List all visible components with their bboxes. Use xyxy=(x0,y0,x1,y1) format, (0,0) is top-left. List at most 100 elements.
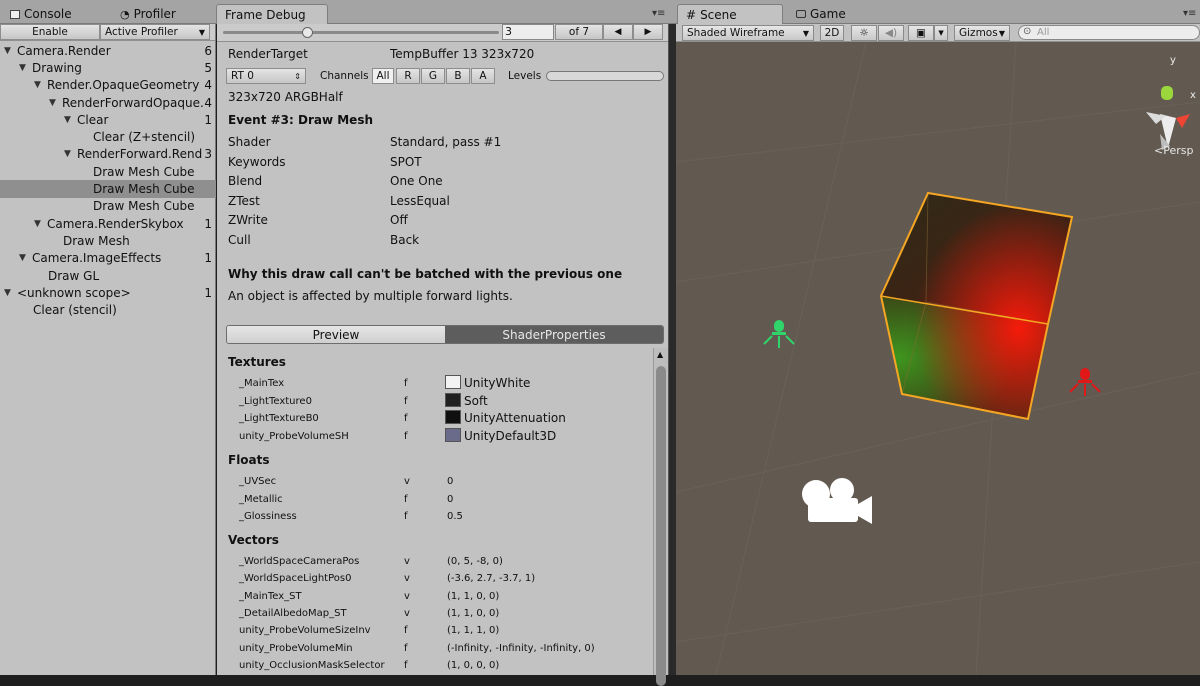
property-value: SPOT xyxy=(390,154,422,169)
texture-name: UnityDefault3D xyxy=(464,428,557,443)
spot-light-red-icon[interactable] xyxy=(1069,368,1101,396)
shader-property-type: v xyxy=(404,573,410,585)
persp-label[interactable]: <Persp xyxy=(1154,144,1193,157)
effects-dropdown-icon[interactable]: ▼ xyxy=(934,25,948,41)
tree-item[interactable]: ▼ Drawing 5 xyxy=(0,59,216,76)
next-event-button[interactable]: ▶ xyxy=(633,24,663,40)
texture-thumbnail[interactable] xyxy=(445,410,461,424)
channel-g-button[interactable]: G xyxy=(421,68,445,84)
shader-property-name: _Glossiness xyxy=(239,511,297,522)
channel-b-button[interactable]: B xyxy=(446,68,470,84)
tree-item[interactable]: Draw Mesh Cube xyxy=(0,163,216,180)
event-total-label: of 7 xyxy=(555,24,603,40)
scrollbar-thumb[interactable] xyxy=(656,366,666,686)
tree-item-count: 4 xyxy=(204,95,212,110)
tree-item[interactable]: ▼ RenderForward.Rend 3 xyxy=(0,146,216,163)
render-target-label: RenderTarget xyxy=(228,47,308,61)
vectors-header: Vectors xyxy=(228,533,279,547)
levels-label: Levels xyxy=(508,70,542,82)
scene-search-field[interactable]: ⊙ All xyxy=(1018,25,1200,40)
audio-toggle-icon[interactable]: ◀) xyxy=(878,25,904,41)
property-key: Cull xyxy=(228,232,251,247)
mode-2d-button[interactable]: 2D xyxy=(820,25,844,41)
rt-select-dropdown[interactable]: RT 0 ⇕ xyxy=(226,68,306,84)
rt-select-label: RT 0 xyxy=(231,70,254,82)
event-number-field[interactable]: 3 xyxy=(502,24,554,40)
tab-console[interactable]: Console xyxy=(2,4,80,24)
panel-divider[interactable] xyxy=(669,24,676,675)
tree-item[interactable]: Draw Mesh Cube xyxy=(0,180,216,198)
expand-arrow-icon[interactable]: ▼ xyxy=(34,219,44,229)
scene-canvas[interactable] xyxy=(676,42,1200,675)
tab-preview[interactable]: Preview xyxy=(227,326,445,343)
levels-slider[interactable] xyxy=(546,71,664,81)
tab-game-label: Game xyxy=(810,7,846,21)
tree-item-count: 1 xyxy=(204,112,212,127)
tab-scene[interactable]: # Scene xyxy=(677,4,783,24)
expand-arrow-icon[interactable]: ▼ xyxy=(19,253,29,263)
texture-thumbnail[interactable] xyxy=(445,392,461,407)
prev-event-button[interactable]: ◀ xyxy=(603,24,633,40)
tree-item[interactable]: ▼ Render.OpaqueGeometry 4 xyxy=(0,77,216,94)
channel-a-button[interactable]: A xyxy=(471,68,495,84)
tree-item-label: Camera.Render xyxy=(17,43,111,58)
gizmos-dropdown[interactable]: Gizmos ▼ xyxy=(954,25,1010,41)
window-menu-icon-scene[interactable]: ▾≡ xyxy=(1183,8,1196,19)
expand-arrow-icon[interactable]: ▼ xyxy=(64,149,74,159)
tree-item[interactable]: Clear (stencil) xyxy=(0,301,216,318)
effects-toggle-icon[interactable]: ▣ xyxy=(908,25,934,41)
channel-all-button[interactable]: All xyxy=(372,68,394,84)
tree-item[interactable]: ▼ Clear 1 xyxy=(0,111,216,128)
tree-item-label: Draw Mesh Cube xyxy=(93,164,195,179)
shader-property-type: f xyxy=(404,378,408,389)
enable-button[interactable]: Enable xyxy=(0,24,100,40)
window-menu-icon[interactable]: ▾≡ xyxy=(652,8,665,19)
camera-gizmo-icon[interactable] xyxy=(802,478,872,524)
tab-shader-properties[interactable]: ShaderProperties xyxy=(445,326,663,343)
expand-arrow-icon[interactable]: ▼ xyxy=(34,80,44,90)
scene-view[interactable]: Shaded Wireframe ▼ 2D ☼ ◀) ▣ ▼ Gizmos ▼ … xyxy=(676,24,1200,675)
property-key: Keywords xyxy=(228,154,286,169)
expand-arrow-icon[interactable]: ▼ xyxy=(19,63,29,73)
shader-property-name: _MainTex_ST xyxy=(239,590,302,602)
tree-item[interactable]: Draw Mesh xyxy=(0,232,216,249)
properties-scrollbar[interactable]: ▲ xyxy=(653,348,668,686)
texture-thumbnail[interactable] xyxy=(445,427,461,442)
scene-toolbar: Shaded Wireframe ▼ 2D ☼ ◀) ▣ ▼ Gizmos ▼ … xyxy=(676,24,1200,42)
expand-arrow-icon[interactable]: ▼ xyxy=(4,288,14,298)
scroll-up-icon[interactable]: ▲ xyxy=(657,350,663,359)
tree-item[interactable]: Draw GL xyxy=(0,267,216,284)
shading-mode-dropdown[interactable]: Shaded Wireframe ▼ xyxy=(682,25,814,41)
tree-item[interactable]: ▼ RenderForwardOpaque. 4 xyxy=(0,94,216,111)
tab-game[interactable]: Game xyxy=(788,4,854,24)
shader-property-value: (1, 1, 0, 0) xyxy=(447,590,500,602)
shader-property-type: f xyxy=(404,493,408,505)
tree-item[interactable]: Draw Mesh Cube xyxy=(0,198,216,215)
texture-name: UnityWhite xyxy=(464,376,531,390)
search-placeholder: All xyxy=(1037,27,1050,38)
active-profiler-dropdown[interactable]: Active Profiler ▼ xyxy=(100,24,210,40)
unity-editor: Console ◔ Profiler Frame Debug ▾≡ # Scen… xyxy=(0,0,1200,686)
tree-item[interactable]: Clear (Z+stencil) xyxy=(0,128,216,145)
shader-property-type: v xyxy=(404,556,410,567)
tree-item[interactable]: ▼ <unknown scope> 1 xyxy=(0,284,216,301)
tab-frame-debug[interactable]: Frame Debug xyxy=(216,4,328,24)
lighting-toggle-icon[interactable]: ☼ xyxy=(851,25,877,41)
shader-property-name: unity_ProbeVolumeSH xyxy=(239,430,349,442)
expand-arrow-icon[interactable]: ▼ xyxy=(4,46,14,56)
tab-profiler[interactable]: ◔ Profiler xyxy=(112,4,184,24)
property-value: Standard, pass #1 xyxy=(390,135,502,149)
tree-item[interactable]: ▼ Camera.Render 6 xyxy=(0,42,216,59)
channel-r-button[interactable]: R xyxy=(396,68,420,84)
expand-arrow-icon[interactable]: ▼ xyxy=(64,115,74,125)
event-slider-thumb[interactable] xyxy=(302,27,313,38)
event-details-panel: 3 of 7 ◀ ▶ RenderTarget TempBuffer 13 32… xyxy=(217,24,669,686)
selected-cube[interactable] xyxy=(879,191,1074,421)
spot-light-green-icon[interactable] xyxy=(763,320,795,348)
texture-thumbnail[interactable] xyxy=(445,375,461,389)
tree-item[interactable]: ▼ Camera.ImageEffects 1 xyxy=(0,250,216,267)
axis-gizmo[interactable] xyxy=(1146,86,1190,150)
expand-arrow-icon[interactable]: ▼ xyxy=(49,98,59,108)
event-slider[interactable] xyxy=(223,31,499,34)
tree-item[interactable]: ▼ Camera.RenderSkybox 1 xyxy=(0,215,216,232)
